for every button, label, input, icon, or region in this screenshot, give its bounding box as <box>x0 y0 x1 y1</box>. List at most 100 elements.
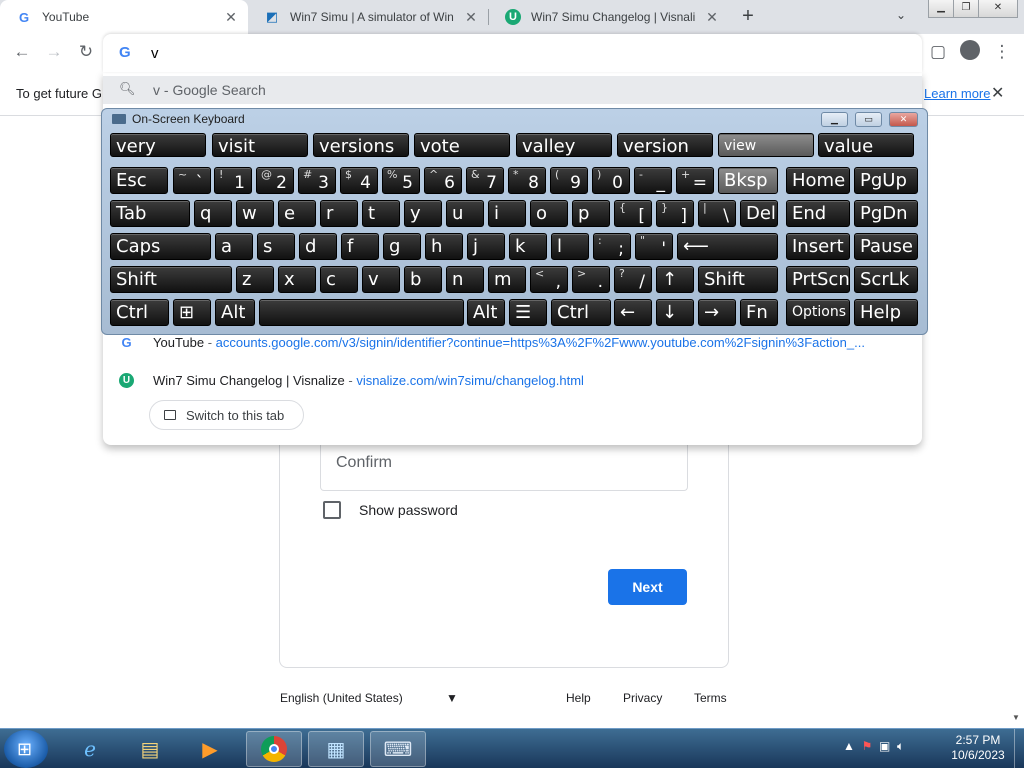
osk-prediction-versions[interactable]: versions <box>313 133 409 157</box>
osk-key-2[interactable]: @2 <box>256 167 294 194</box>
next-button[interactable]: Next <box>608 569 687 605</box>
osk-key-7[interactable]: & 7 <box>466 167 504 194</box>
learn-more-link[interactable]: Learn more <box>924 86 990 101</box>
osk-key-insert[interactable]: Insert <box>786 233 850 260</box>
osk-key-f[interactable]: f <box>341 233 379 260</box>
osk-key-sym[interactable]: {[ <box>614 200 652 227</box>
osk-key-pgdn[interactable]: PgDn <box>854 200 918 227</box>
osk-key-windows[interactable]: ⊞ <box>173 299 211 326</box>
osk-key-i[interactable]: i <box>488 200 526 227</box>
osk-key-help[interactable]: Help <box>854 299 918 326</box>
terms-link[interactable]: Terms <box>694 691 727 705</box>
osk-key-q[interactable]: q <box>194 200 232 227</box>
osk-key-down[interactable]: ↓ <box>656 299 694 326</box>
osk-key-prtscn[interactable]: PrtScn <box>786 266 850 293</box>
osk-prediction-vote[interactable]: vote <box>414 133 510 157</box>
osk-prediction-valley[interactable]: valley <box>516 133 612 157</box>
infobar-close-icon[interactable]: ✕ <box>991 83 1004 103</box>
osk-key-h[interactable]: h <box>425 233 463 260</box>
tab-youtube[interactable]: G YouTube ✕ <box>0 0 248 34</box>
osk-key-del[interactable]: Del <box>740 200 778 227</box>
osk-prediction-view[interactable]: view <box>718 133 814 157</box>
search-suggestion[interactable]: 🔍︎ v - Google Search <box>103 76 922 104</box>
file-explorer-icon[interactable]: ▤ <box>122 731 178 767</box>
osk-key-alt[interactable]: Alt <box>215 299 255 326</box>
osk-key-sym[interactable]: | \ <box>698 200 736 227</box>
osk-key-right[interactable]: → <box>698 299 736 326</box>
tray-arrow-icon[interactable]: ▲ <box>843 739 855 753</box>
osk-key-e[interactable]: e <box>278 200 316 227</box>
close-tab-icon[interactable]: ✕ <box>222 8 240 26</box>
osk-key-o[interactable]: o <box>530 200 568 227</box>
osk-key-options[interactable]: Options <box>786 299 850 326</box>
reload-icon[interactable]: ↻ <box>74 42 98 64</box>
osk-key-bksp[interactable]: Bksp <box>718 167 778 194</box>
osk-key-sym[interactable]: + = <box>676 167 714 194</box>
osk-key-sym[interactable]: >. <box>572 266 610 293</box>
osk-prediction-version[interactable]: version <box>617 133 713 157</box>
kebab-menu-icon[interactable]: ⋮ <box>990 42 1014 64</box>
osk-key-z[interactable]: z <box>236 266 274 293</box>
show-desktop-button[interactable] <box>1014 729 1024 768</box>
osk-key-pause[interactable]: Pause <box>854 233 918 260</box>
osk-key-6[interactable]: ^ 6 <box>424 167 462 194</box>
osk-prediction-value[interactable]: value <box>818 133 914 157</box>
osk-key-k[interactable]: k <box>509 233 547 260</box>
osk-key-left[interactable]: ← <box>614 299 652 326</box>
osk-key-0[interactable]: ) 0 <box>592 167 630 194</box>
omnibox[interactable]: G <box>103 34 922 72</box>
osk-key-t[interactable]: t <box>362 200 400 227</box>
osk-key-c[interactable]: c <box>320 266 358 293</box>
checkbox-icon[interactable] <box>323 501 341 519</box>
internet-explorer-icon[interactable]: ℯ <box>62 731 118 767</box>
control-panel-icon[interactable]: ▦ <box>308 731 364 767</box>
osk-key-sym[interactable]: <, <box>530 266 568 293</box>
osk-key-8[interactable]: * 8 <box>508 167 546 194</box>
osk-key-p[interactable]: p <box>572 200 610 227</box>
osk-key-l[interactable]: l <box>551 233 589 260</box>
osk-key-sym[interactable]: ~ ` <box>173 167 211 194</box>
osk-key-a[interactable]: a <box>215 233 253 260</box>
osk-maximize-icon[interactable]: ▭ <box>855 112 882 127</box>
privacy-link[interactable]: Privacy <box>623 691 662 705</box>
osk-taskbar-icon[interactable]: ⌨ <box>370 731 426 767</box>
osk-minimize-icon[interactable]: ▁ <box>821 112 848 127</box>
osk-key-end[interactable]: End <box>786 200 850 227</box>
osk-prediction-visit[interactable]: visit <box>212 133 308 157</box>
osk-key-shift[interactable]: Shift <box>110 266 232 293</box>
osk-key-n[interactable]: n <box>446 266 484 293</box>
osk-key-sym[interactable]: ? / <box>614 266 652 293</box>
new-tab-plus-icon[interactable]: + <box>737 6 759 28</box>
restore-window-icon[interactable]: ❐ <box>953 0 979 18</box>
start-button[interactable]: ⊞ <box>4 730 48 768</box>
scroll-down-arrow-icon[interactable]: ▼ <box>1012 713 1020 722</box>
tab-win7simu[interactable]: ◩ Win7 Simu | A simulator of Windows 7 ✕ <box>248 0 488 34</box>
close-tab-icon[interactable]: ✕ <box>703 8 721 26</box>
osk-key-d[interactable]: d <box>299 233 337 260</box>
tab-search-chevron-icon[interactable]: ⌄ <box>896 8 906 22</box>
osk-close-icon[interactable]: ✕ <box>889 112 918 127</box>
media-player-icon[interactable]: ▶ <box>182 731 238 767</box>
osk-key-scrlk[interactable]: ScrLk <box>854 266 918 293</box>
osk-key-x[interactable]: x <box>278 266 316 293</box>
osk-key-v[interactable]: v <box>362 266 400 293</box>
osk-titlebar[interactable]: On-Screen Keyboard <box>112 112 245 126</box>
osk-key-y[interactable]: y <box>404 200 442 227</box>
address-input[interactable] <box>151 43 851 63</box>
osk-key-5[interactable]: % 5 <box>382 167 420 194</box>
minimize-window-icon[interactable]: ▁ <box>928 0 954 18</box>
close-tab-icon[interactable]: ✕ <box>462 8 480 26</box>
osk-key-b[interactable]: b <box>404 266 442 293</box>
help-link[interactable]: Help <box>566 691 591 705</box>
osk-key-ctrl[interactable]: Ctrl <box>551 299 611 326</box>
osk-key-pgup[interactable]: PgUp <box>854 167 918 194</box>
osk-key-sym[interactable]: :; <box>593 233 631 260</box>
chrome-icon[interactable] <box>246 731 302 767</box>
osk-key-1[interactable]: ! 1 <box>214 167 252 194</box>
osk-key-ctrl[interactable]: Ctrl <box>110 299 169 326</box>
osk-key-home[interactable]: Home <box>786 167 850 194</box>
osk-key-tab[interactable]: Tab <box>110 200 190 227</box>
osk-key-w[interactable]: w <box>236 200 274 227</box>
osk-key-m[interactable]: m <box>488 266 526 293</box>
osk-key-4[interactable]: $4 <box>340 167 378 194</box>
